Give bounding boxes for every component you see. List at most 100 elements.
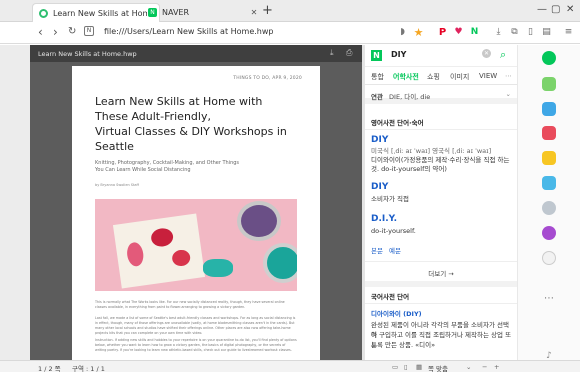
app-purple-icon[interactable] — [542, 226, 556, 240]
link-examples[interactable]: 예문 — [389, 246, 429, 256]
new-tab-button[interactable]: + — [262, 4, 273, 18]
app-yellow-icon[interactable] — [542, 151, 556, 165]
forward-icon[interactable]: › — [53, 24, 58, 40]
scroll-icon[interactable]: ▯ — [404, 363, 408, 371]
naver-logo-icon: N — [371, 50, 382, 61]
paint-can-purple — [237, 201, 281, 241]
shield-icon[interactable]: ◗ — [396, 26, 409, 39]
tab-label: NAVER — [162, 8, 190, 17]
dict-definition: 것. do-it-yourself의 약어) — [371, 165, 447, 173]
paint-brush-shape — [203, 259, 233, 277]
naver-search-bar: N DIY ✕ ⌕ — [365, 45, 517, 67]
article-byline: by Bryanna Swolien Staff — [95, 183, 139, 187]
paint-blob — [125, 241, 145, 268]
dict-entry-word[interactable]: DIY — [371, 135, 388, 145]
kor-dict-title: 국어사전 단어 — [371, 293, 410, 301]
app-green-icon[interactable] — [542, 77, 556, 91]
pinterest-icon[interactable]: P — [436, 26, 449, 39]
url-field[interactable]: file:///Users/Learn New Skills at Home.h… — [104, 27, 274, 36]
related-label: 연관 — [371, 93, 383, 101]
app-lightblue-icon[interactable] — [542, 176, 556, 190]
paint-blob — [171, 248, 192, 268]
tab-images[interactable]: 이미지 — [450, 72, 469, 82]
subtitle-line: You Can Learn While Social Distancing — [95, 167, 191, 173]
reload-icon[interactable]: ↻ — [68, 24, 76, 40]
naver-home-icon[interactable]: N — [84, 26, 94, 36]
related-terms[interactable]: DIE, 다이, die — [389, 93, 430, 101]
naver-tabs: 통합 어학사전 쇼핑 이미지 VIEW ⋯ — [365, 67, 517, 85]
dict-definition: do-it-yourself. — [371, 227, 416, 235]
browser-window: Learn New Skills at Home ✕ N NAVER ✕ + —… — [0, 0, 580, 372]
dict-definition: 소비자가 직접 — [371, 195, 409, 203]
section-band — [365, 281, 517, 287]
dict-entry-word[interactable]: DIY — [371, 182, 388, 192]
print-icon[interactable]: ⎙ — [346, 48, 352, 58]
back-icon[interactable]: ‹ — [38, 24, 43, 40]
article-kicker: THINGS TO DO, APR 9, 2020 — [233, 76, 302, 81]
layout-icon[interactable]: ▭ — [392, 363, 398, 371]
article-paragraph: Instruction. If adding new skills and ho… — [95, 338, 297, 352]
document-filename: Learn New Skills at Home.hwp — [38, 50, 137, 58]
app-blue-icon[interactable] — [542, 102, 556, 116]
tab-dictionary[interactable]: 어학사전 — [393, 72, 419, 82]
naver-search-input[interactable]: DIY — [391, 50, 406, 59]
naver-sidebar-icon[interactable] — [542, 51, 556, 65]
download-doc-icon[interactable]: ⤓ — [330, 48, 334, 58]
related-searches: 연관 DIE, 다이, die ⌄ — [365, 86, 517, 104]
clear-icon[interactable]: ✕ — [482, 49, 491, 58]
star-icon[interactable]: ★ — [412, 26, 425, 39]
page-indicator: 1 / 2 쪽 — [38, 365, 61, 372]
more-apps-icon[interactable]: ⋯ — [542, 293, 556, 307]
sidebar-toggle-icon[interactable]: ▯ — [524, 26, 537, 39]
article-paragraph: Last fall, we made a list of some of Sea… — [95, 316, 296, 335]
tab-integrated[interactable]: 통합 — [371, 72, 384, 82]
more-tabs-icon[interactable]: ⋯ — [505, 72, 512, 80]
address-bar: ‹ › ↻ N file:///Users/Learn New Skills a… — [0, 22, 580, 44]
naver-extension-icon[interactable]: N — [468, 26, 481, 39]
tote-bag-shape — [112, 213, 206, 289]
zoom-fit-dropdown[interactable]: 쪽 맞춤 — [428, 363, 448, 372]
pocket-icon[interactable]: ♥ — [452, 26, 465, 39]
capture-icon[interactable]: ⧉ — [508, 26, 521, 39]
right-sidebar: ⋯ ♪ — [517, 45, 580, 361]
title-line: Virtual Classes & DIY Workshops in Seatt… — [95, 125, 287, 153]
grid-icon[interactable]: ▦ — [416, 363, 422, 371]
left-dock — [0, 45, 30, 360]
title-line: These Adult-Friendly, — [95, 110, 211, 123]
add-app-icon[interactable] — [542, 251, 556, 265]
naver-panel: N DIY ✕ ⌕ 통합 어학사전 쇼핑 이미지 VIEW ⋯ 연관 DIE, … — [365, 45, 517, 360]
bookmark-manager-icon[interactable]: ▤ — [540, 26, 553, 39]
download-icon[interactable]: ⤓ — [492, 26, 505, 39]
eng-dict-title: 영어사전 단어·숙어 — [371, 119, 424, 127]
document-page: THINGS TO DO, APR 9, 2020 Learn New Skil… — [72, 66, 320, 360]
menu-icon[interactable]: ≡ — [562, 26, 575, 39]
tab-naver[interactable]: N NAVER ✕ — [142, 3, 260, 22]
maximize-icon[interactable]: ▢ — [551, 4, 560, 15]
tab-learn-new-skills[interactable]: Learn New Skills at Home ✕ — [32, 3, 160, 22]
chevron-down-icon[interactable]: ⌄ — [506, 90, 511, 98]
zoom-dropdown-icon[interactable]: ⌄ — [466, 363, 471, 371]
kor-dict-word[interactable]: 디아이와이 (DIY) — [371, 309, 513, 319]
tab-strip: Learn New Skills at Home ✕ N NAVER ✕ + —… — [0, 0, 580, 22]
zoom-in-icon[interactable]: + — [494, 363, 499, 371]
zoom-out-icon[interactable]: − — [482, 363, 487, 371]
app-red-icon[interactable] — [542, 126, 556, 140]
minimize-icon[interactable]: — — [537, 4, 547, 15]
dict-entry-word[interactable]: D.I.Y. — [371, 214, 397, 224]
document-viewer: Learn New Skills at Home.hwp ⤓ ⎙ THINGS … — [30, 45, 362, 360]
more-button[interactable]: 더보기 → — [365, 263, 517, 281]
paint-blob — [149, 226, 175, 248]
search-icon[interactable]: ⌕ — [500, 48, 506, 62]
paint-can-teal — [263, 243, 297, 283]
app-avatar-icon[interactable] — [542, 201, 556, 215]
tab-view[interactable]: VIEW — [479, 72, 497, 80]
naver-n-icon: N — [148, 8, 157, 17]
article-photo — [95, 199, 297, 291]
close-tab-icon[interactable]: ✕ — [248, 8, 260, 17]
kor-dict-definition: 도록 만든 상품. «디이» — [371, 341, 436, 349]
tab-shopping[interactable]: 쇼핑 — [427, 72, 440, 82]
tab-label: Learn New Skills at Home — [53, 8, 147, 18]
close-window-icon[interactable]: ✕ — [566, 4, 574, 15]
article-subtitle: Knitting, Photography, Cocktail-Making, … — [95, 160, 295, 174]
section-indicator: 구역 : 1 / 1 — [72, 365, 105, 372]
